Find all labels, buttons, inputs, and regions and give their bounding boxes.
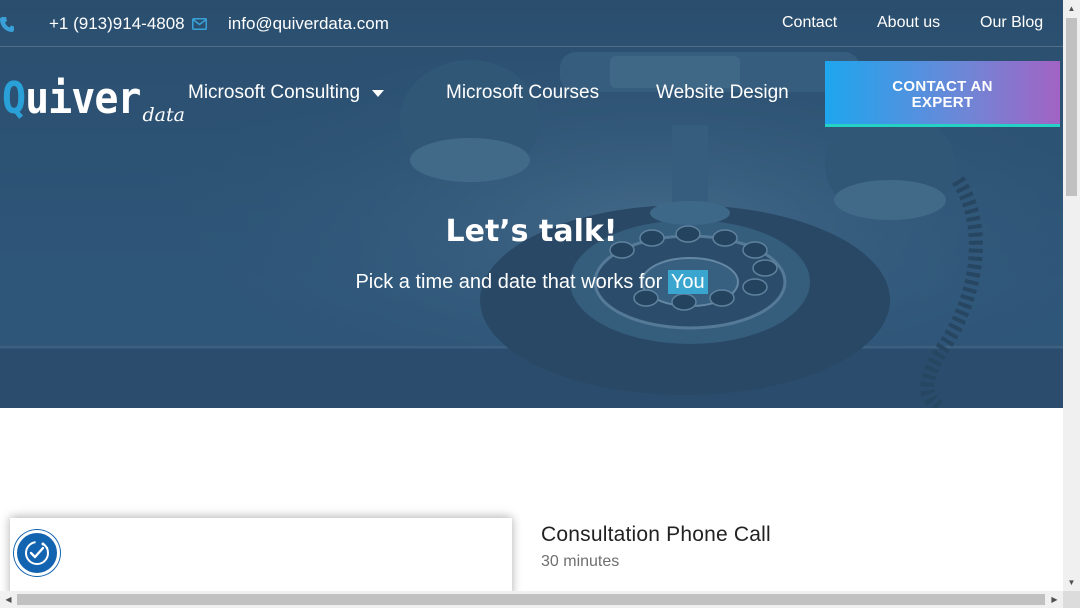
hero-subtitle-text: Pick a time and date that works for: [355, 271, 663, 293]
hero-title: Let’s talk!: [445, 214, 618, 249]
email-contact[interactable]: info@quiverdata.com: [192, 13, 389, 35]
scroll-left-arrow-icon[interactable]: ◀: [0, 591, 17, 608]
top-link-contact[interactable]: Contact: [782, 14, 837, 32]
quiver-data-logo[interactable]: Quiver data: [2, 70, 185, 126]
chevron-down-icon: [372, 89, 385, 97]
logo-subtext: data: [142, 104, 185, 126]
envelope-icon: [192, 18, 207, 30]
cta-line-2: EXPERT: [911, 94, 974, 111]
horizontal-scroll-thumb[interactable]: [17, 594, 1045, 605]
nav-item-label: Microsoft Courses: [446, 82, 600, 103]
email-address: info@quiverdata.com: [228, 14, 389, 33]
nav-item-label: Microsoft Consulting: [188, 82, 361, 103]
contact-expert-button[interactable]: CONTACT AN EXPERT: [825, 61, 1060, 127]
hero-section: +1 (913)914-4808 info@quiverdata.com Con…: [0, 0, 1063, 408]
nav-item-microsoft-courses[interactable]: Microsoft Courses: [446, 82, 599, 104]
page: { "topbar": { "phone": "+1 (913)914-4808…: [0, 0, 1080, 608]
vertical-scroll-thumb[interactable]: [1066, 18, 1077, 196]
scroll-up-arrow-icon[interactable]: ▲: [1063, 0, 1080, 17]
scroll-down-arrow-icon[interactable]: ▼: [1063, 574, 1080, 591]
top-link-our-blog[interactable]: Our Blog: [980, 14, 1043, 32]
event-title: Consultation Phone Call: [541, 523, 771, 546]
phone-icon: [0, 16, 14, 32]
nav-item-label: Website Design: [656, 82, 789, 103]
phone-number: +1 (913)914-4808: [49, 14, 185, 33]
top-link-about-us[interactable]: About us: [877, 14, 940, 32]
hero-highlight: You: [667, 270, 708, 294]
nav-item-microsoft-consulting[interactable]: Microsoft Consulting: [188, 82, 385, 104]
hero-subtitle: Pick a time and date that works for You: [0, 270, 1063, 294]
phone-contact[interactable]: +1 (913)914-4808: [0, 13, 185, 35]
cta-line-1: CONTACT AN: [892, 78, 993, 95]
logo-wordmark: Quiver: [2, 74, 142, 124]
top-info-bar: +1 (913)914-4808 info@quiverdata.com Con…: [0, 0, 1063, 47]
scheduler-widget-card: [10, 518, 512, 598]
accessibility-badge-icon[interactable]: [14, 530, 60, 576]
scroll-right-arrow-icon[interactable]: ▶: [1046, 591, 1063, 608]
nav-item-website-design[interactable]: Website Design: [656, 82, 789, 104]
event-duration: 30 minutes: [541, 553, 620, 570]
scrollbar-corner: [1063, 591, 1080, 608]
